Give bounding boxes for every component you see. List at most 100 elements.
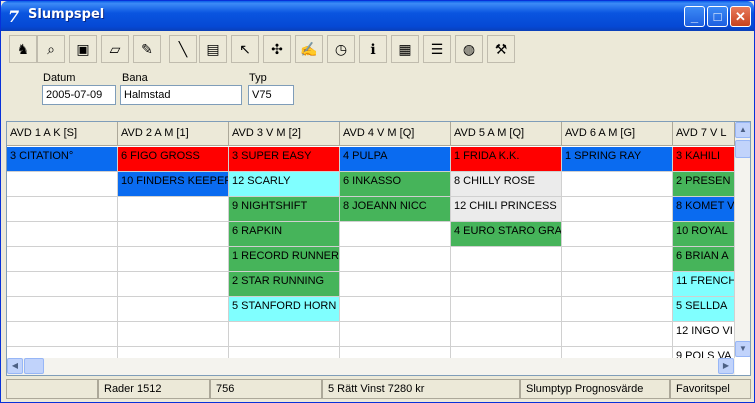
bana-field[interactable]: Halmstad	[120, 85, 242, 105]
grid-icon[interactable]: ▦	[391, 35, 419, 63]
grid-cell[interactable]: 1 RECORD RUNNER	[229, 247, 340, 272]
grid-cell[interactable]	[7, 322, 118, 347]
robot-icon[interactable]: ♞	[9, 35, 37, 63]
grid-cell[interactable]: 6 BRIAN A	[673, 247, 735, 272]
grid-cell[interactable]: 5 SELLDA	[673, 297, 735, 322]
grid-cell[interactable]: 8 JOEANN NICC	[340, 197, 451, 222]
grid-cell[interactable]	[562, 197, 673, 222]
edit-icon[interactable]: ✍	[295, 35, 323, 63]
grid-cell[interactable]	[451, 247, 562, 272]
scroll-up-icon[interactable]: ▲	[735, 122, 750, 138]
grid-cell[interactable]	[229, 322, 340, 347]
bana-label: Bana	[122, 72, 148, 84]
wand-icon[interactable]: ╲	[169, 35, 197, 63]
grid-cell[interactable]: 8 KOMET V	[673, 197, 735, 222]
grid-cell[interactable]	[7, 297, 118, 322]
grid-cell[interactable]: 2 PRESEN	[673, 172, 735, 197]
grid-cell[interactable]: 3 CITATION°	[7, 147, 118, 172]
status-bar: Rader 1512 756 5 Rätt Vinst 7280 kr Slum…	[6, 379, 751, 399]
grid-cell[interactable]	[7, 272, 118, 297]
minimize-button[interactable]: _	[684, 6, 705, 27]
maximize-button[interactable]: □	[707, 6, 728, 27]
column-header[interactable]: AVD 1 A K [S]	[7, 122, 118, 146]
column-header[interactable]: AVD 3 V M [2]	[229, 122, 340, 146]
vertical-scrollbar[interactable]: ▲ ▼	[735, 122, 750, 357]
grid-cell[interactable]: 3 SUPER EASY	[229, 147, 340, 172]
grid-cell[interactable]: 1 SPRING RAY	[562, 147, 673, 172]
typ-field[interactable]: V75	[248, 85, 294, 105]
typ-label: Typ	[249, 72, 267, 84]
title-bar[interactable]: 7 Slumpspel _ □ ✕	[1, 1, 754, 31]
grid-cell[interactable]: 12 CHILI PRINCESS	[451, 197, 562, 222]
grid-cell[interactable]	[7, 197, 118, 222]
clock-icon[interactable]: ◷	[327, 35, 355, 63]
grid-cell[interactable]: 4 EURO STARO GRA	[451, 222, 562, 247]
puzzle-icon[interactable]: ✣	[263, 35, 291, 63]
scroll-right-icon[interactable]: ▶	[718, 358, 734, 374]
column-header[interactable]: AVD 7 V L	[673, 122, 735, 146]
grid-cell[interactable]: 10 FINDERS KEEPER	[118, 172, 229, 197]
grid-cell[interactable]: 11 FRENCH	[673, 272, 735, 297]
grid-cell[interactable]	[340, 272, 451, 297]
grid-cell[interactable]	[118, 322, 229, 347]
grid-cell[interactable]: 4 PULPA	[340, 147, 451, 172]
vertical-scroll-thumb[interactable]	[735, 140, 750, 158]
grid-cell[interactable]	[562, 222, 673, 247]
grid-cell[interactable]: 9 NIGHTSHIFT	[229, 197, 340, 222]
grid-cell[interactable]	[118, 247, 229, 272]
grid-cell[interactable]	[451, 297, 562, 322]
grid-cell[interactable]	[340, 297, 451, 322]
pen-icon[interactable]: ✎	[133, 35, 161, 63]
grid-cell[interactable]	[118, 222, 229, 247]
slumpspel-window: 7 Slumpspel _ □ ✕ ♞ ⌕ ▣ ▱ ✎ ╲ ▤ ↖ ✣ ✍ ◷ …	[0, 0, 755, 403]
arrow-icon[interactable]: ↖	[231, 35, 259, 63]
grid-cell[interactable]	[562, 272, 673, 297]
open-folder-icon[interactable]: ▱	[101, 35, 129, 63]
list-icon[interactable]: ☰	[423, 35, 451, 63]
grid-cell[interactable]	[340, 222, 451, 247]
grid-cell[interactable]: 6 INKASSO	[340, 172, 451, 197]
grid-cell[interactable]: 8 CHILLY ROSE	[451, 172, 562, 197]
grid-cell[interactable]	[118, 297, 229, 322]
binoculars-icon[interactable]: ⌕	[37, 35, 65, 63]
grid-cell[interactable]: 12 SCARLY	[229, 172, 340, 197]
column-header[interactable]: AVD 4 V M [Q]	[340, 122, 451, 146]
grid-cell[interactable]: 10 ROYAL	[673, 222, 735, 247]
grid-cell[interactable]: 3 KAHILI	[673, 147, 735, 172]
close-button[interactable]: ✕	[730, 6, 751, 27]
grid-cell[interactable]: 6 RAPKIN	[229, 222, 340, 247]
scroll-down-icon[interactable]: ▼	[735, 341, 750, 357]
grid-cell[interactable]	[118, 197, 229, 222]
grid-cell[interactable]	[562, 322, 673, 347]
horizontal-scrollbar[interactable]: ◀ ▶	[7, 358, 735, 375]
grid-cell[interactable]	[562, 247, 673, 272]
grid-cell[interactable]: 5 STANFORD HORN	[229, 297, 340, 322]
tools-icon[interactable]: ⚒	[487, 35, 515, 63]
column-header[interactable]: AVD 6 A M [G]	[562, 122, 673, 146]
grid-cell[interactable]	[7, 247, 118, 272]
grid-cell[interactable]	[562, 297, 673, 322]
grid-cell[interactable]	[451, 322, 562, 347]
column-header[interactable]: AVD 5 A M [Q]	[451, 122, 562, 146]
horizontal-scroll-thumb[interactable]	[24, 358, 44, 374]
scroll-left-icon[interactable]: ◀	[7, 358, 23, 374]
database-icon[interactable]: ◍	[455, 35, 483, 63]
datum-field[interactable]: 2005-07-09	[42, 85, 116, 105]
grid-cell[interactable]: 2 STAR RUNNING	[229, 272, 340, 297]
grid-cell[interactable]	[118, 272, 229, 297]
grid-cell[interactable]	[340, 322, 451, 347]
save-icon[interactable]: ▣	[69, 35, 97, 63]
window-icon[interactable]: ▤	[199, 35, 227, 63]
grid-cell[interactable]: 1 FRIDA K.K.	[451, 147, 562, 172]
info-icon[interactable]: ℹ	[359, 35, 387, 63]
datum-label: Datum	[43, 72, 76, 84]
grid-cell[interactable]	[562, 172, 673, 197]
grid-cell[interactable]	[7, 222, 118, 247]
grid-cell[interactable]: 6 FIGO GROSS	[118, 147, 229, 172]
grid-cell[interactable]	[7, 172, 118, 197]
grid-cell[interactable]	[451, 272, 562, 297]
grid-cell[interactable]: 12 INGO VI	[673, 322, 735, 347]
column-header[interactable]: AVD 2 A M [1]	[118, 122, 229, 146]
grid-cell[interactable]	[340, 247, 451, 272]
race-grid: AVD 1 A K [S] AVD 2 A M [1] AVD 3 V M [2] A…	[6, 121, 751, 376]
